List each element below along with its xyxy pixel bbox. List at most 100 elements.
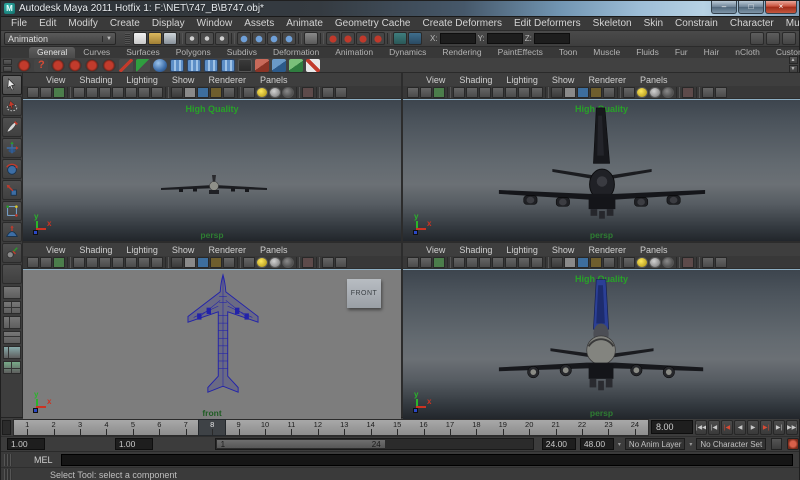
tool-settings-icon[interactable]	[766, 32, 780, 45]
tab-curves[interactable]: Curves	[75, 47, 118, 58]
tick-22[interactable]: 22	[569, 420, 595, 435]
pane-menu-icon[interactable]	[27, 257, 39, 268]
vpm-renderer[interactable]: Renderer	[581, 245, 633, 255]
cube-red-icon[interactable]	[255, 59, 269, 72]
vpm-shading[interactable]: Shading	[72, 245, 119, 255]
item-animate[interactable]: Animate	[280, 18, 329, 29]
item-muscle[interactable]: Muscle	[780, 18, 800, 29]
tick-10[interactable]: 10	[252, 420, 278, 435]
vpm-view[interactable]: View	[39, 75, 72, 85]
multisample-icon[interactable]	[715, 257, 727, 268]
tick-4[interactable]: 4	[93, 420, 119, 435]
layout-four-pane-button[interactable]	[3, 301, 21, 314]
help-line-grip[interactable]	[4, 469, 12, 480]
tab-muscle[interactable]: Muscle	[585, 47, 628, 58]
xray-icon[interactable]	[322, 257, 334, 268]
vpm-shading[interactable]: Shading	[72, 75, 119, 85]
ipr-render-icon[interactable]	[408, 32, 422, 45]
bookmark-icon[interactable]	[420, 257, 432, 268]
playback-end-field[interactable]: 24.00	[542, 438, 576, 450]
tick-13[interactable]: 13	[331, 420, 357, 435]
reel-red-4-icon[interactable]	[85, 59, 99, 72]
isolate-icon[interactable]	[682, 87, 694, 98]
paint-select-tool-button[interactable]	[2, 117, 22, 137]
save-scene-icon[interactable]	[163, 32, 177, 45]
gate-mask-icon[interactable]	[125, 257, 137, 268]
tab-deformation[interactable]: Deformation	[265, 47, 327, 58]
tick-1[interactable]: 1	[14, 420, 40, 435]
last-tool-button[interactable]	[2, 264, 22, 284]
snap-live-icon[interactable]	[282, 32, 296, 45]
question-mark-icon[interactable]	[34, 59, 48, 72]
attribute-editor-icon[interactable]	[750, 32, 764, 45]
character-link-icon[interactable]	[771, 438, 781, 450]
arrow-green-icon[interactable]	[136, 59, 150, 72]
character-set-dropdown[interactable]: No Character Set	[696, 438, 766, 450]
cube-blue-icon[interactable]	[272, 59, 286, 72]
safe-action-icon[interactable]	[518, 257, 530, 268]
minimize-button[interactable]: –	[711, 1, 737, 14]
safe-title-icon[interactable]	[151, 257, 163, 268]
tab-polygons[interactable]: Polygons	[168, 47, 219, 58]
reel-red-2-icon[interactable]	[51, 59, 65, 72]
safe-action-icon[interactable]	[138, 87, 150, 98]
vpm-view[interactable]: View	[419, 75, 452, 85]
vpm-show[interactable]: Show	[545, 245, 582, 255]
restore-button[interactable]: □	[738, 1, 764, 14]
snap-grid-icon[interactable]	[237, 32, 251, 45]
shelf-arrows[interactable]	[3, 59, 12, 72]
xray-icon[interactable]	[322, 87, 334, 98]
multisample-icon[interactable]	[715, 87, 727, 98]
vpm-panels[interactable]: Panels	[253, 245, 295, 255]
vpm-show[interactable]: Show	[165, 75, 202, 85]
dark-sphere-icon[interactable]	[282, 87, 294, 98]
layout-horizontal-split-button[interactable]	[3, 331, 21, 344]
camera-select-icon[interactable]	[73, 87, 85, 98]
vpm-lighting[interactable]: Lighting	[119, 245, 165, 255]
render-view-icon[interactable]	[393, 32, 407, 45]
snap-point-icon[interactable]	[267, 32, 281, 45]
item-create[interactable]: Create	[104, 18, 146, 29]
pbtn-item[interactable]: |◀	[708, 420, 720, 435]
tab-fluids[interactable]: Fluids	[628, 47, 667, 58]
item-modify[interactable]: Modify	[62, 18, 103, 29]
chevron-down-icon[interactable]: ▾	[618, 441, 621, 448]
pbtn-item[interactable]: ▶▶|	[786, 420, 798, 435]
pbtn-item[interactable]: ◀	[734, 420, 746, 435]
pbtn-item[interactable]: |◀	[721, 420, 733, 435]
item-file[interactable]: File	[5, 18, 33, 29]
tab-general[interactable]: General	[29, 47, 75, 58]
gate-mask-icon[interactable]	[505, 257, 517, 268]
item-assets[interactable]: Assets	[238, 18, 280, 29]
yellow-sphere-icon[interactable]	[256, 87, 268, 98]
clip-dark-icon[interactable]	[238, 59, 252, 72]
textured-icon[interactable]	[577, 87, 589, 98]
tick-14[interactable]: 14	[357, 420, 383, 435]
tick-16[interactable]: 16	[410, 420, 436, 435]
move-tool-button[interactable]	[2, 138, 22, 158]
vpm-panels[interactable]: Panels	[633, 75, 675, 85]
soft-modification-button[interactable]	[2, 222, 22, 242]
shadows-icon[interactable]	[603, 87, 615, 98]
close-button[interactable]: ×	[765, 1, 797, 14]
tick-3[interactable]: 3	[67, 420, 93, 435]
tab-surfaces[interactable]: Surfaces	[118, 47, 168, 58]
shaded-icon[interactable]	[184, 257, 196, 268]
item-create-deformers[interactable]: Create Deformers	[417, 18, 508, 29]
shelf-up-icon[interactable]	[3, 59, 12, 65]
gray-sphere-icon[interactable]	[649, 257, 661, 268]
tick-6[interactable]: 6	[146, 420, 172, 435]
yellow-sphere-icon[interactable]	[636, 87, 648, 98]
layout-single-pane-button[interactable]	[3, 286, 21, 299]
camera-select-icon[interactable]	[73, 257, 85, 268]
cylinder-small-1-icon[interactable]	[204, 59, 218, 72]
safe-action-icon[interactable]	[518, 87, 530, 98]
image-plane-icon[interactable]	[53, 87, 65, 98]
auto-keyframe-toggle[interactable]	[787, 438, 799, 450]
scroll-up-icon[interactable]: ▲	[789, 56, 798, 64]
range-slider-track[interactable]: 1 24	[215, 438, 534, 450]
film-gate-icon[interactable]	[99, 257, 111, 268]
item-display[interactable]: Display	[146, 18, 191, 29]
grid-icon[interactable]	[466, 257, 478, 268]
tab-dynamics[interactable]: Dynamics	[381, 47, 434, 58]
